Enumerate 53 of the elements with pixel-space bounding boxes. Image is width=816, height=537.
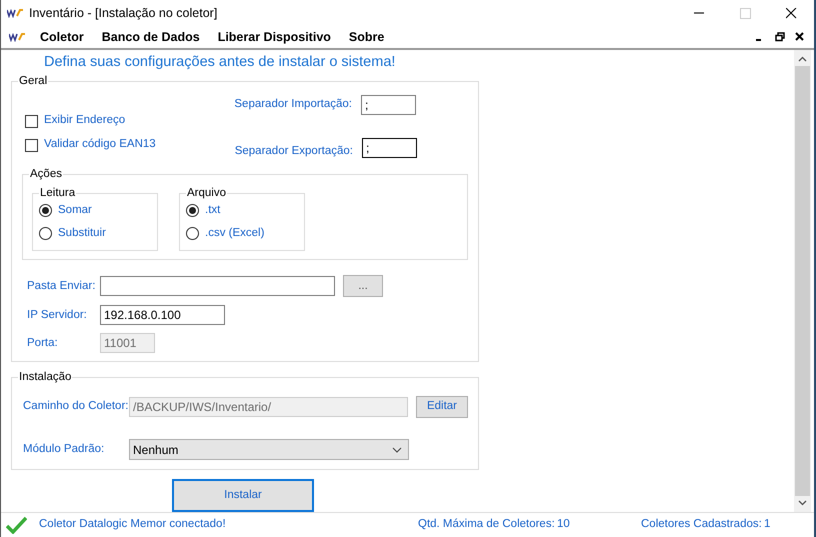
- scroll-up-icon[interactable]: [798, 56, 807, 62]
- field-label: Módulo Padrão:: [23, 442, 106, 457]
- field-label: Separador Importação:: [233, 97, 352, 112]
- check-icon: [6, 516, 27, 534]
- radio-label: Substituir: [58, 226, 106, 241]
- status-value: 1: [764, 517, 772, 532]
- status-value: 10: [557, 517, 571, 532]
- group-legend: Instalação: [18, 370, 72, 384]
- group-legend: Arquivo: [186, 186, 227, 200]
- dropdown-value: Nenhum: [133, 442, 178, 458]
- radio-button[interactable]: [186, 226, 199, 240]
- field-label: IP Servidor:: [27, 308, 88, 323]
- menu-item[interactable]: Coletor: [31, 28, 93, 46]
- window-title: Inventário - [Instalação no coletor]: [29, 4, 218, 22]
- field-label: Porta:: [27, 336, 59, 351]
- close-icon[interactable]: [786, 8, 796, 18]
- mdi-close-icon[interactable]: [795, 32, 805, 42]
- radio-button[interactable]: [186, 204, 199, 217]
- logo-icon: [9, 32, 25, 42]
- caret-icon: [392, 446, 402, 452]
- dropdown[interactable]: Nenhum: [129, 439, 409, 460]
- status-label: Coletores Cadastrados:: [641, 517, 763, 532]
- radio-label: .csv (Excel): [205, 226, 264, 241]
- checkbox-label: Exibir Endereço: [44, 113, 126, 128]
- heading: Defina suas configurações antes de instalar o sistema!: [44, 54, 396, 71]
- status-label: Qtd. Máxima de Coletores:: [418, 517, 556, 532]
- field-label: Separador Exportação:: [234, 144, 353, 159]
- vertical-scrollbar[interactable]: [794, 50, 811, 512]
- browse-button[interactable]: ...: [343, 275, 383, 298]
- install-button[interactable]: Instalar: [172, 479, 314, 512]
- checkbox[interactable]: [25, 114, 38, 128]
- field-label: Caminho do Coletor:: [23, 399, 129, 414]
- radio-button[interactable]: [39, 226, 52, 240]
- text-field[interactable]: [100, 276, 335, 296]
- text-field[interactable]: 192.168.0.100: [100, 305, 225, 326]
- text-field[interactable]: ;: [361, 95, 416, 115]
- menu-item[interactable]: Sobre: [340, 28, 394, 46]
- status-message: Coletor Datalogic Memor conectado!: [39, 517, 227, 532]
- group-legend: Ações: [29, 167, 63, 182]
- menu-item[interactable]: Liberar Dispositivo: [208, 28, 340, 46]
- field-label: Pasta Enviar:: [27, 278, 96, 294]
- mdi-restore-icon[interactable]: [775, 32, 785, 42]
- radio-label: .txt: [205, 202, 220, 218]
- radio-label: Somar: [58, 202, 92, 218]
- logo-icon: [7, 8, 23, 18]
- text-field[interactable]: ;: [362, 138, 417, 158]
- text-field: 11001: [100, 333, 155, 354]
- text-field: /BACKUP/IWS/Inventario/: [129, 397, 408, 417]
- scroll-down-icon[interactable]: [798, 500, 807, 506]
- radio-button[interactable]: [39, 204, 52, 217]
- checkbox-label: Validar código EAN13: [44, 137, 156, 152]
- menu-item[interactable]: Banco de Dados: [92, 28, 209, 46]
- checkbox[interactable]: [25, 138, 38, 152]
